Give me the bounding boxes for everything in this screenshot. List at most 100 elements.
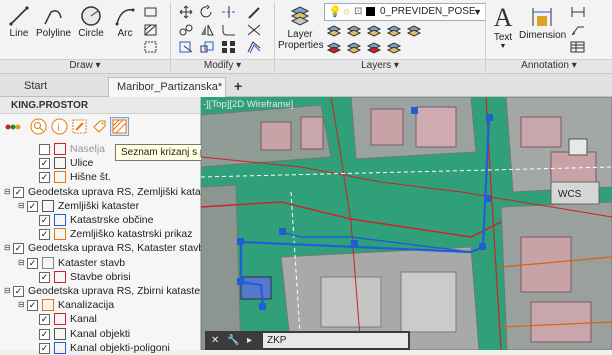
collapse-icon[interactable]: ⊟ [4,244,11,252]
tab-drawing[interactable]: Maribor_Partizanska* ✕ [108,77,226,112]
scale-icon[interactable] [199,40,215,54]
grip-handle[interactable] [484,195,491,202]
polyline-tool[interactable]: Polyline [36,4,71,39]
layer-match-icon[interactable] [326,40,342,54]
new-tab-button[interactable]: + [226,77,250,96]
tag-icon[interactable] [91,118,108,135]
layers-group-label[interactable]: Layers ▾ [275,59,485,73]
layer-on-icon[interactable] [406,23,422,37]
fillet-icon[interactable] [221,23,237,37]
layer-checkbox[interactable]: ✓ [39,314,50,326]
copy-icon[interactable] [178,23,194,37]
edit-parcel-icon[interactable] [71,118,88,135]
close-icon[interactable]: ✕ [211,331,219,350]
grip-handle[interactable] [279,228,286,235]
drawing-viewport[interactable]: WCS -][Top][2D Wireframe] [201,97,612,350]
draw-group-label[interactable]: Draw ▾ [0,59,170,73]
layer-tree-row[interactable]: ✓ Stavbe obrisi [0,270,200,284]
array-icon[interactable] [221,40,237,54]
layer-checkbox[interactable]: ✓ [39,271,50,283]
layer-tree-row[interactable]: ⊟ ✓ Geodetska uprava RS, Zemljiški katast [0,185,209,199]
layer-tree-row[interactable]: ⊟ ✓ Kataster stavb [0,256,200,270]
layer-checkbox[interactable]: ✓ [39,342,50,354]
table-icon[interactable] [570,40,586,54]
trim-icon[interactable] [221,5,237,19]
layer-checkbox[interactable] [39,144,50,155]
arc-tool[interactable]: Arc [112,4,138,39]
layer-checkbox[interactable]: ✓ [39,229,50,241]
rotate-icon[interactable] [199,5,215,19]
info-icon[interactable]: i [51,118,68,135]
chevron-down-icon: ▼ [499,43,507,50]
grip-handle[interactable] [351,240,358,247]
layer-lock-icon[interactable] [386,23,402,37]
layer-freeze-icon[interactable] [366,23,382,37]
grip-handle[interactable] [259,303,266,310]
layer-properties-label-2: Properties [278,40,324,51]
layer-tree-row[interactable]: ⊟ ✓ Zemljiški kataster [0,199,200,213]
layer-walk-icon[interactable] [366,40,382,54]
grip-handle[interactable] [237,238,244,245]
command-input[interactable]: ZKP [263,333,408,348]
layer-tree-row[interactable]: ✓ Katastrske občine [0,213,200,227]
grip-handle[interactable] [237,278,244,285]
map-drawing[interactable]: WCS [201,97,612,350]
linear-dimension-icon[interactable] [570,5,586,19]
collapse-icon[interactable]: ⊟ [18,258,25,266]
layer-tree-row[interactable]: ✓ Zemljiško katastrski prikaz [0,227,200,241]
layer-tree-row[interactable]: ⊟ ✓ Kanalizacija [0,298,200,312]
layer-previous-icon[interactable] [346,40,362,54]
layer-checkbox[interactable]: ✓ [13,286,24,297]
layer-tree-row[interactable]: ✓ Hišne št. [0,170,200,184]
mirror-icon[interactable] [199,23,215,37]
layer-tree-row[interactable]: ⊟ ✓ Geodetska uprava RS, Kataster stavb [0,241,204,255]
viewport-controls-label[interactable]: -][Top][2D Wireframe] [203,99,293,110]
layer-tree-row[interactable]: ✓ Kanal objekti [0,327,200,341]
offset-icon[interactable] [246,40,262,54]
explode-icon[interactable] [246,23,262,37]
erase-icon[interactable] [246,5,262,19]
layer-checkbox[interactable]: ✓ [27,200,38,212]
grip-handle[interactable] [411,107,418,114]
rectangle-icon[interactable] [143,5,159,19]
layer-checkbox[interactable]: ✓ [39,215,50,226]
hatch-icon[interactable] [143,23,159,37]
circle-tool[interactable]: Circle [76,4,106,39]
parcel-crossing-list-icon[interactable] [110,117,129,136]
layer-checkbox[interactable]: ✓ [39,172,50,184]
layer-checkbox[interactable]: ✓ [13,243,24,255]
annotation-group-label[interactable]: Annotation ▾ [486,59,612,73]
layer-properties-button[interactable]: Layer Properties [278,3,324,51]
layer-checkbox[interactable]: ✓ [13,186,24,198]
collapse-icon[interactable]: ⊟ [18,301,25,309]
layer-tree-row[interactable]: ⊟ ✓ Geodetska uprava RS, Zbirni kataste [0,284,200,298]
grip-handle[interactable] [479,243,486,250]
layer-tree-row[interactable]: ✓ Kanal objekti-poligoni [0,341,200,355]
wcs-label: WCS [558,189,582,200]
layer-off-icon[interactable] [326,23,342,37]
grip-handle[interactable] [486,114,493,121]
wrench-icon[interactable]: 🔧 [227,331,239,350]
collapse-icon[interactable]: ⊟ [4,187,11,195]
modify-group-label[interactable]: Modify ▾ [171,59,274,73]
layer-checkbox[interactable]: ✓ [27,300,38,312]
move-icon[interactable] [178,5,194,19]
layer-checkbox[interactable]: ✓ [39,158,50,170]
boundary-icon[interactable] [143,40,159,54]
text-tool[interactable]: A Text ▼ [489,4,517,51]
stretch-icon[interactable] [178,40,194,54]
layer-dropdown[interactable]: 💡 ☼ ⊡ 0_PREVIDEN_POSE ▼ [324,3,486,21]
tab-start[interactable]: Start [16,77,55,96]
dimension-tool[interactable]: Dimension [519,4,566,41]
layer-isolate-icon[interactable] [346,23,362,37]
layer-tree-row[interactable]: ✓ Kanal [0,312,200,326]
collapse-icon[interactable]: ⊟ [18,201,25,209]
collapse-icon[interactable]: ⊟ [4,287,11,295]
layer-checkbox[interactable]: ✓ [27,257,38,269]
layer-merge-icon[interactable] [386,40,402,54]
line-tool[interactable]: Line [6,4,32,39]
layers-palette-icon[interactable] [4,118,21,135]
search-icon[interactable] [30,118,47,135]
layer-checkbox[interactable]: ✓ [39,328,50,340]
leader-icon[interactable] [570,23,586,37]
